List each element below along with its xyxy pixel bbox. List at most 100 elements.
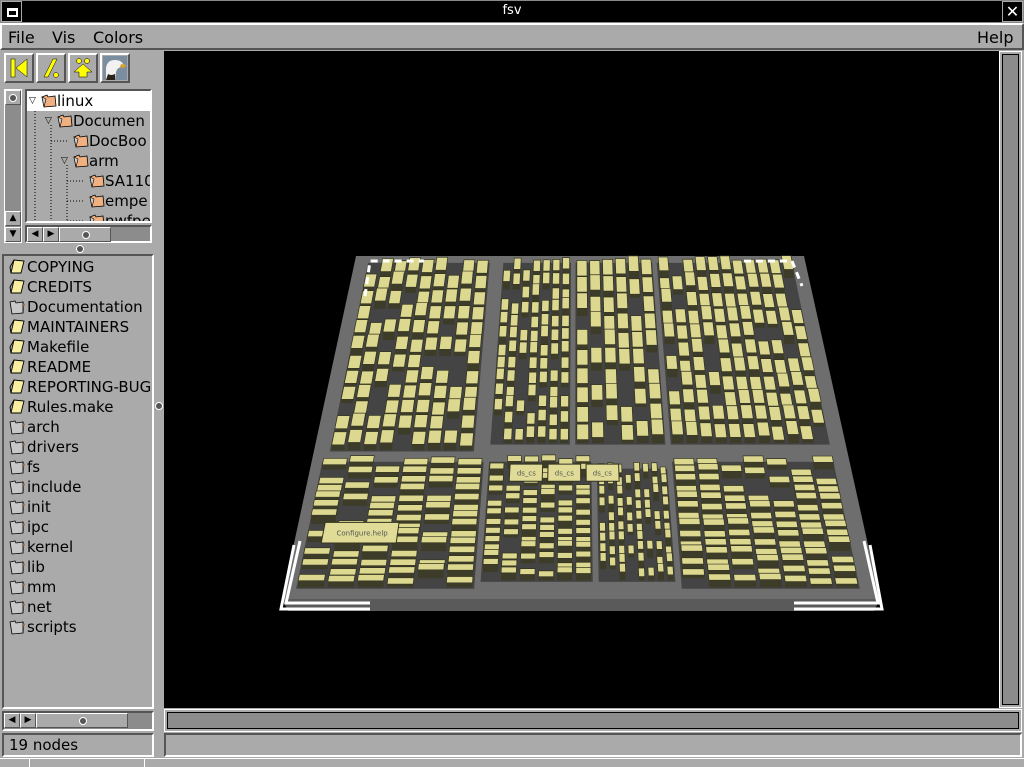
file-block — [811, 455, 834, 463]
file-list-item[interactable]: REPORTING-BUGS — [9, 377, 152, 397]
file-block — [679, 530, 702, 538]
file-block — [682, 388, 696, 403]
tree-item[interactable]: empe — [77, 191, 148, 211]
file-block — [426, 320, 441, 335]
directory-tree[interactable]: ▽ linux ▽ Documen DocBoo ▽ arm SA110 empe nwfpe — [25, 89, 152, 223]
list-scroll-right-button[interactable]: ▶ — [20, 713, 36, 728]
tree-item[interactable]: ▽ Documen — [45, 111, 145, 131]
tree-scroll-left-button[interactable]: ◀ — [27, 227, 43, 242]
file-block — [411, 319, 426, 333]
tree-hscroll-thumb[interactable] — [59, 227, 111, 242]
file-list-item-label: README — [27, 358, 92, 376]
viewport-hscroll-thumb[interactable] — [167, 712, 1019, 729]
tree-scroll-grip[interactable] — [5, 90, 21, 105]
file-block — [550, 328, 560, 341]
file-block — [454, 482, 481, 490]
file-list-item[interactable]: COPYING — [9, 257, 94, 277]
file-list-item[interactable]: Rules.make — [9, 397, 113, 417]
file-block — [724, 502, 748, 510]
file-block — [321, 458, 348, 466]
3d-viewport[interactable]: Configure.help ds_cs ds_cs ds_cs — [164, 51, 999, 708]
file-list-item[interactable]: Documentation — [9, 297, 143, 317]
file-block-side — [342, 499, 368, 506]
folder-icon — [9, 420, 25, 435]
file-icon — [9, 319, 25, 334]
menu-colors[interactable]: Colors — [93, 28, 143, 47]
file-block-side — [590, 362, 603, 371]
file-block — [552, 272, 561, 285]
file-block — [713, 308, 727, 323]
tree-item[interactable]: SA110 — [77, 171, 150, 191]
pane-resize-handle[interactable] — [76, 245, 84, 253]
file-list-item[interactable]: arch — [9, 417, 60, 437]
file-block-side — [642, 471, 649, 479]
file-list-item[interactable]: init — [9, 497, 51, 517]
file-block — [362, 273, 378, 288]
file-block-side — [745, 473, 766, 479]
file-block-side — [334, 542, 360, 552]
file-block — [452, 510, 479, 518]
file-block — [698, 293, 711, 308]
file-block — [739, 404, 754, 419]
file-list-item[interactable]: README — [9, 357, 91, 377]
file-block — [332, 550, 360, 558]
file-list-item[interactable]: Makefile — [9, 337, 89, 357]
file-block-side — [834, 571, 856, 579]
file-block — [431, 401, 446, 416]
viewport-vscroll-thumb[interactable] — [1002, 54, 1019, 705]
file-list-item[interactable]: CREDITS — [9, 277, 92, 297]
tree-item[interactable]: ▽ linux — [27, 91, 150, 111]
file-list-item[interactable]: include — [9, 477, 81, 497]
close-button[interactable]: ✕ — [1002, 1, 1023, 22]
tree-scroll-up-button[interactable]: ▲ — [5, 211, 21, 226]
eagle-view-button[interactable] — [100, 53, 130, 83]
file-list-item[interactable]: lib — [9, 557, 45, 577]
tree-horizontal-scrollbar[interactable]: ◀ ▶ — [25, 225, 152, 243]
file-block-side — [427, 443, 441, 451]
menu-file[interactable]: File — [8, 28, 35, 47]
back-to-root-button[interactable] — [4, 53, 34, 83]
expander-down-icon[interactable]: ▽ — [29, 96, 41, 106]
file-list-item[interactable]: ipc — [9, 517, 49, 537]
file-list-item[interactable]: kernel — [9, 537, 73, 557]
tree-scroll-down-button[interactable]: ▼ — [5, 227, 21, 242]
viewport-vertical-scrollbar[interactable] — [999, 51, 1022, 708]
tree-item[interactable]: DocBoo — [61, 131, 147, 151]
tree-item[interactable]: ▽ arm — [61, 151, 119, 171]
list-scroll-left-button[interactable]: ◀ — [4, 713, 20, 728]
tree-item[interactable]: nwfpe — [77, 211, 150, 221]
vertical-pane-resize-handle[interactable] — [155, 402, 163, 410]
tree-scroll-right-button[interactable]: ▶ — [43, 227, 59, 242]
file-block-side — [527, 395, 536, 402]
file-list[interactable]: COPYING CREDITS Documentation MAINTAINERS Ma… — [2, 254, 154, 709]
list-horizontal-scrollbar[interactable]: ◀ ▶ — [2, 711, 154, 731]
cd-up-button[interactable] — [36, 53, 66, 83]
file-block — [541, 299, 550, 312]
list-hscroll-thumb[interactable] — [36, 713, 128, 728]
file-block — [617, 506, 624, 516]
menu-help[interactable]: Help — [977, 28, 1013, 47]
menu-vis[interactable]: Vis — [52, 28, 75, 47]
file-block-side — [327, 581, 354, 588]
file-block-side — [503, 534, 519, 538]
file-list-item[interactable]: net — [9, 597, 52, 617]
file-block — [575, 540, 592, 548]
file-list-item[interactable]: scripts — [9, 617, 77, 637]
expander-down-icon[interactable]: ▽ — [45, 116, 57, 126]
file-block — [674, 308, 687, 323]
tree-vertical-scrollbar[interactable]: ▲ ▼ — [4, 89, 22, 243]
file-list-item[interactable]: drivers — [9, 437, 79, 457]
viewport-horizontal-scrollbar[interactable] — [164, 709, 1022, 732]
file-block — [820, 502, 844, 510]
file-block-side — [619, 572, 626, 581]
birdseye-button[interactable] — [68, 53, 98, 83]
window-menu-button[interactable] — [1, 1, 22, 22]
expander-down-icon[interactable]: ▽ — [61, 156, 73, 166]
file-block — [562, 257, 570, 270]
file-block — [790, 468, 813, 476]
file-list-item[interactable]: mm — [9, 577, 56, 597]
file-block — [503, 427, 513, 440]
file-list-item[interactable]: MAINTAINERS — [9, 317, 129, 337]
file-block — [599, 522, 606, 532]
file-list-item[interactable]: fs — [9, 457, 40, 477]
